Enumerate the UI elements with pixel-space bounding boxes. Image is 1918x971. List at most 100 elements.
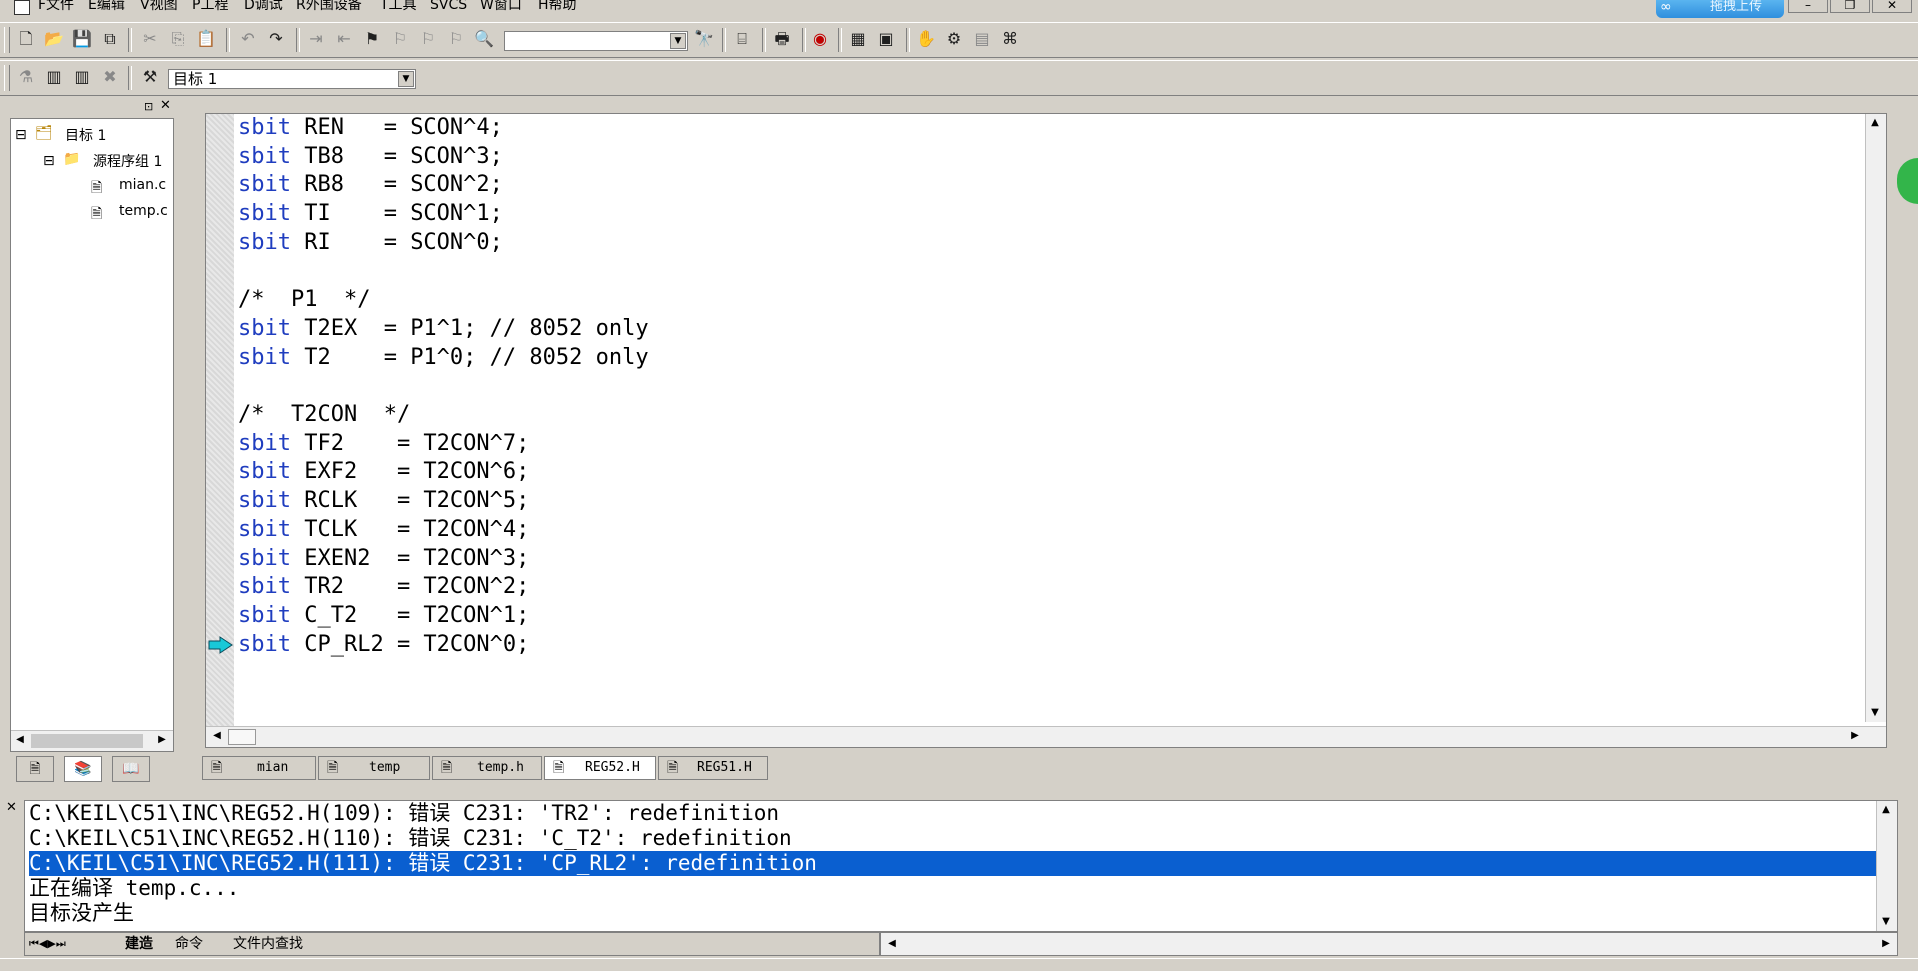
bookmark-prev-icon[interactable]: ⚐: [390, 29, 410, 49]
build-icon[interactable]: ▥: [44, 67, 64, 87]
menu-project[interactable]: P工程: [192, 0, 228, 13]
code-line: sbit RCLK = T2CON^5;: [238, 487, 529, 515]
find-in-files-icon[interactable]: 🔍: [474, 29, 494, 49]
bookmark-clear-icon[interactable]: ⚐: [446, 29, 466, 49]
scroll-up-icon[interactable]: ▲: [1877, 801, 1895, 819]
chevron-down-icon[interactable]: ▼: [670, 33, 686, 49]
copy-icon[interactable]: ⎘: [168, 29, 188, 49]
stop-build-icon[interactable]: ✖: [100, 67, 120, 87]
output-line[interactable]: 正在编译 temp.c...: [29, 876, 1897, 901]
menu-debug[interactable]: D调试: [244, 0, 283, 13]
undo-icon[interactable]: ↶: [238, 29, 258, 49]
workspace-window-icon[interactable]: ▦: [848, 29, 868, 49]
find-combo[interactable]: ▼: [504, 31, 688, 51]
menu-window[interactable]: W窗口: [480, 0, 522, 13]
indent-icon[interactable]: ⇥: [306, 29, 326, 49]
redo-icon[interactable]: ↷: [266, 29, 286, 49]
menu-view[interactable]: V视图: [140, 0, 178, 13]
target-options-icon[interactable]: ⚒: [140, 67, 160, 87]
output-line[interactable]: C:\KEIL\C51\INC\REG52.H(110): 错误 C231: '…: [29, 826, 1897, 851]
unindent-icon[interactable]: ⇤: [334, 29, 354, 49]
scroll-right-icon[interactable]: ▶: [1846, 727, 1864, 745]
tab-command[interactable]: 命令: [175, 935, 203, 953]
output-line[interactable]: C:\KEIL\C51\INC\REG52.H(109): 错误 C231: '…: [29, 801, 1897, 826]
paste-icon[interactable]: 📋: [196, 29, 216, 49]
output-vscroll[interactable]: ▲ ▼: [1876, 801, 1897, 931]
target-select[interactable]: 目标 1 ▼: [168, 69, 416, 89]
menu-edit[interactable]: E编辑: [88, 0, 125, 13]
panel-dock-icon[interactable]: ⊡: [144, 100, 153, 113]
upload-button[interactable]: ∞ 拖拽上传: [1656, 0, 1784, 18]
tree-item-group[interactable]: 源程序组 1: [93, 151, 162, 171]
tab-temp[interactable]: 🗎 temp: [318, 756, 430, 780]
toolbar-grip[interactable]: [4, 65, 10, 91]
save-icon[interactable]: 💾: [72, 29, 92, 49]
restore-icon: ❐: [1844, 0, 1856, 12]
chevron-down-icon[interactable]: ▼: [398, 71, 414, 87]
tab-books[interactable]: 📚: [64, 756, 102, 782]
output-line-selected[interactable]: C:\KEIL\C51\INC\REG52.H(111): 错误 C231: '…: [29, 851, 1897, 876]
tab-reg52-h[interactable]: 🗎 REG52.H: [544, 756, 656, 780]
project-hscroll[interactable]: ◀ ▶: [11, 730, 173, 751]
menu-tools[interactable]: T工具: [380, 0, 417, 13]
tree-expander[interactable]: ⊟: [15, 127, 27, 143]
translate-icon[interactable]: ⚗: [16, 67, 36, 87]
scroll-left-icon[interactable]: ◀: [883, 935, 901, 953]
close-button[interactable]: ✕: [1872, 0, 1912, 13]
incremental-find-icon[interactable]: ⌸: [732, 29, 752, 49]
tree-item-file[interactable]: temp.c: [119, 203, 168, 219]
floating-badge[interactable]: [1897, 158, 1918, 204]
menu-help[interactable]: H帮助: [538, 0, 577, 13]
tree-item-file[interactable]: mian.c: [119, 177, 166, 193]
source-browser-icon[interactable]: ⚙: [944, 29, 964, 49]
tab-functions[interactable]: 📖: [112, 756, 150, 782]
debug-session-icon[interactable]: ◉: [810, 29, 830, 49]
scroll-down-icon[interactable]: ▼: [1877, 913, 1895, 931]
menu-peripherals[interactable]: R外围设备: [296, 0, 362, 13]
bookmark-next-icon[interactable]: ⚐: [418, 29, 438, 49]
output-hscroll[interactable]: ◀ ▶: [880, 932, 1898, 956]
editor-hscroll[interactable]: ◀ ▶: [206, 726, 1886, 747]
keyword: sbit: [238, 201, 291, 227]
restore-button[interactable]: ❐: [1830, 0, 1870, 13]
save-all-icon[interactable]: ⧉: [100, 29, 120, 49]
panel-close-icon[interactable]: ✕: [160, 98, 171, 113]
editor-vscroll[interactable]: ▲ ▼: [1865, 114, 1886, 722]
menu-file[interactable]: F文件: [38, 0, 74, 13]
scroll-right-icon[interactable]: ▶: [1877, 935, 1895, 953]
scroll-left-icon[interactable]: ◀: [208, 727, 226, 745]
rebuild-icon[interactable]: ▥: [72, 67, 92, 87]
cut-icon[interactable]: ✂: [140, 29, 160, 49]
scroll-right-icon[interactable]: ▶: [153, 731, 171, 749]
output-close-icon[interactable]: ✕: [6, 800, 17, 815]
tools-icon[interactable]: ⌘: [1000, 29, 1020, 49]
print-icon[interactable]: 🖶: [772, 29, 792, 49]
tab-find-in-files[interactable]: 文件内查找: [233, 935, 303, 953]
code-editor[interactable]: sbit REN = SCON^4; sbit TB8 = SCON^3; sb…: [205, 113, 1887, 748]
menu-svcs[interactable]: SVCS: [430, 0, 467, 13]
tree-expander[interactable]: ⊟: [43, 153, 55, 169]
tab-temp-h[interactable]: 🗎 temp.h: [432, 756, 542, 780]
output-line[interactable]: 目标没产生: [29, 901, 1897, 926]
scroll-thumb[interactable]: [31, 734, 143, 748]
tree-item-target[interactable]: 目标 1: [65, 125, 106, 145]
open-folder-icon[interactable]: 📂: [44, 29, 64, 49]
find-icon[interactable]: 🔭: [694, 29, 714, 49]
tab-mian[interactable]: 🗎 mian: [202, 756, 316, 780]
output-window[interactable]: C:\KEIL\C51\INC\REG52.H(109): 错误 C231: '…: [24, 800, 1898, 932]
minimize-button[interactable]: –: [1788, 0, 1828, 13]
tab-nav-arrows-icon[interactable]: ⏮◀▶⏭: [29, 935, 66, 953]
new-file-icon[interactable]: 🗋: [16, 29, 36, 49]
scroll-thumb[interactable]: [228, 729, 256, 745]
scroll-down-icon[interactable]: ▼: [1866, 704, 1884, 722]
output-window-icon[interactable]: ▣: [876, 29, 896, 49]
toolbar-grip[interactable]: [4, 27, 10, 53]
scroll-left-icon[interactable]: ◀: [11, 731, 29, 749]
tool-config-icon[interactable]: ▤: [972, 29, 992, 49]
hand-icon[interactable]: ✋: [916, 29, 936, 49]
tab-reg51-h[interactable]: 🗎 REG51.H: [658, 756, 768, 780]
scroll-up-icon[interactable]: ▲: [1866, 114, 1884, 132]
tab-files[interactable]: 🗎: [16, 756, 54, 782]
bookmark-toggle-icon[interactable]: ⚑: [362, 29, 382, 49]
tab-build[interactable]: 建造: [125, 935, 153, 953]
